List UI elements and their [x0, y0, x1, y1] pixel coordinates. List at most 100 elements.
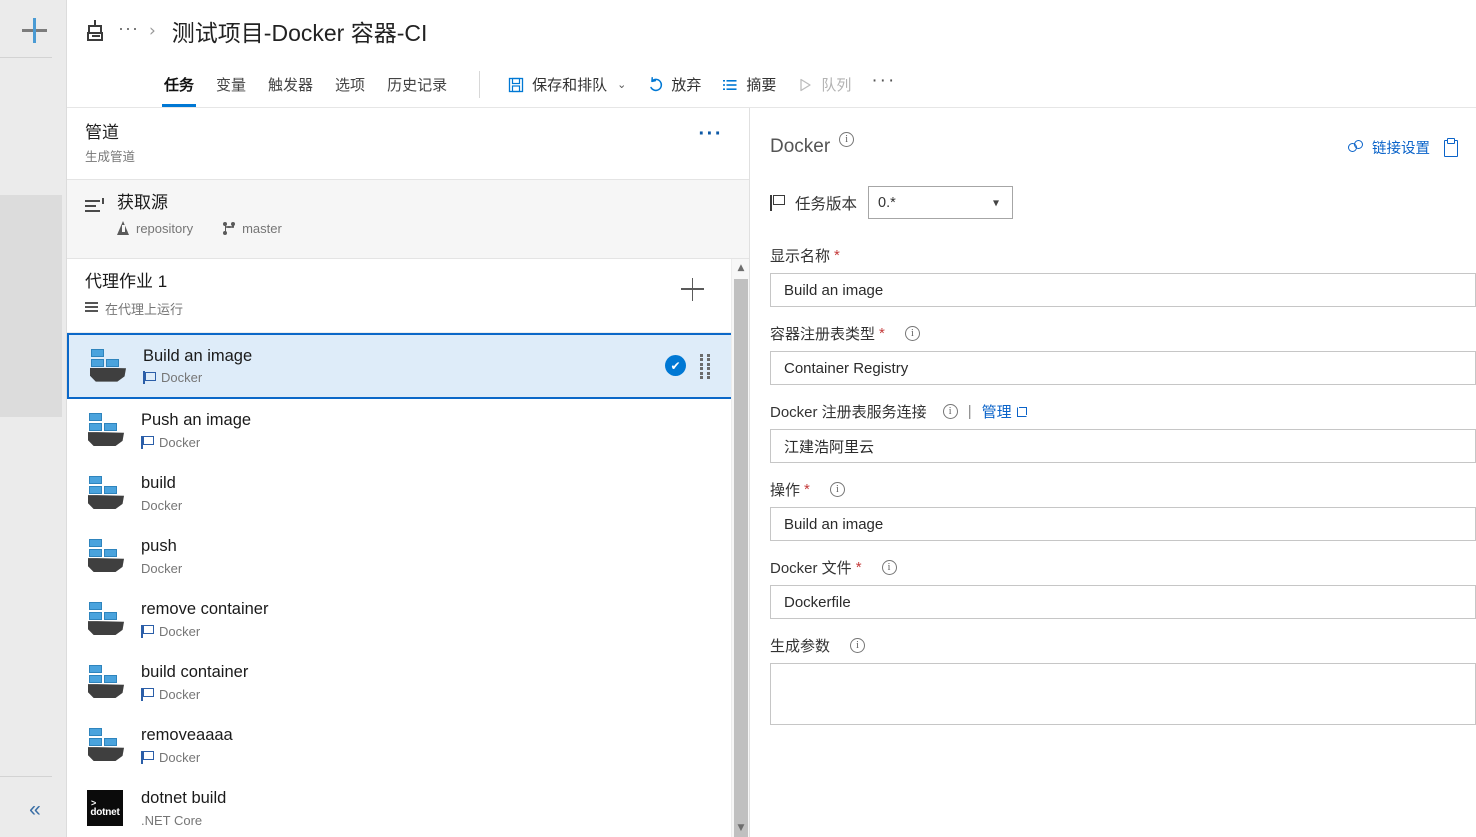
- pipeline-header[interactable]: 管道 生成管道 ···: [67, 108, 749, 180]
- summary-button[interactable]: 摘要: [711, 62, 786, 107]
- scroll-down-arrow-icon[interactable]: ▼: [732, 819, 749, 837]
- docker-icon: [85, 537, 125, 575]
- task-list-scrollbar[interactable]: ▲ ▼: [731, 259, 749, 837]
- pipeline-title: 管道: [85, 123, 119, 142]
- play-icon: [796, 76, 814, 94]
- field-registry-type: 容器注册表类型 * i Container Registry: [770, 323, 1476, 385]
- registry-type-input[interactable]: Container Registry: [770, 351, 1476, 385]
- task-row-build-container[interactable]: build container Docker: [67, 650, 731, 714]
- required-marker: *: [834, 247, 840, 264]
- command-input[interactable]: Build an image: [770, 507, 1476, 541]
- tab-options[interactable]: 选项: [324, 62, 376, 107]
- label-text: 显示名称: [770, 248, 831, 265]
- task-row-build[interactable]: build Docker: [67, 461, 731, 525]
- dockerfile-input[interactable]: Dockerfile: [770, 585, 1476, 619]
- content-area: 管道 生成管道 ··· 获取源 repository master 代理作业 1…: [67, 107, 1476, 837]
- scrollbar-thumb[interactable]: [734, 279, 748, 837]
- service-connection-input[interactable]: 江建浩阿里云: [770, 429, 1476, 463]
- task-row-remove-container[interactable]: remove container Docker: [67, 587, 731, 651]
- drag-handle[interactable]: [700, 353, 711, 380]
- chevron-down-icon[interactable]: ⌄: [617, 78, 626, 91]
- docker-icon: [85, 663, 125, 701]
- task-subtitle: .NET Core: [141, 812, 203, 828]
- queue-label: 队列: [821, 77, 852, 94]
- required-marker: *: [855, 559, 862, 576]
- task-name: Push an image: [141, 411, 252, 430]
- version-flag-icon: [141, 750, 154, 764]
- clipboard-icon[interactable]: [1442, 138, 1458, 157]
- task-row-push[interactable]: push Docker: [67, 524, 731, 588]
- label-text: 操作: [770, 482, 801, 499]
- plus-icon[interactable]: [18, 14, 50, 46]
- version-flag-icon: [141, 687, 154, 701]
- manage-label: 管理: [981, 404, 1012, 421]
- label-text: Docker 文件: [770, 560, 852, 577]
- chevron-down-icon: ▾: [992, 194, 1000, 209]
- agent-job-header[interactable]: 代理作业 1 在代理上运行: [67, 259, 731, 333]
- save-and-queue-button[interactable]: 保存和排队 ⌄: [497, 62, 636, 107]
- task-version-value: 0.*: [878, 194, 896, 211]
- service-connection-label: Docker 注册表服务连接 i | 管理: [770, 401, 1476, 422]
- task-name: removeaaaa: [141, 726, 233, 745]
- task-row-removeaaaa[interactable]: removeaaaa Docker: [67, 713, 731, 777]
- required-marker: *: [804, 481, 810, 498]
- pipeline-icon: [84, 20, 106, 42]
- tab-history[interactable]: 历史记录: [376, 62, 458, 107]
- double-chevron-left-icon[interactable]: «: [20, 795, 50, 823]
- required-marker: *: [879, 325, 885, 342]
- tab-variables[interactable]: 变量: [205, 62, 257, 107]
- repository-icon: [117, 221, 130, 236]
- link-settings-label: 链接设置: [1372, 140, 1430, 157]
- tab-tasks[interactable]: 任务: [153, 62, 205, 107]
- info-icon[interactable]: i: [881, 560, 897, 575]
- link-icon: [1348, 140, 1365, 154]
- info-icon[interactable]: i: [829, 482, 845, 497]
- discard-label: 放弃: [671, 77, 702, 94]
- scroll-up-arrow-icon[interactable]: ▲: [732, 259, 749, 277]
- link-settings-button[interactable]: 链接设置: [1348, 137, 1430, 158]
- status-badge: ✔: [665, 355, 686, 377]
- pipeline-subtitle: 生成管道: [85, 150, 136, 165]
- version-flag-icon: [143, 371, 156, 385]
- agent-icon: [85, 302, 98, 314]
- task-detail-pane: Docker i 链接设置 任务版本 0.* ▾ 显示名称 * Build an…: [750, 108, 1476, 837]
- detail-title: Docker: [770, 136, 831, 157]
- task-version-select[interactable]: 0.* ▾: [868, 186, 1014, 219]
- add-task-button[interactable]: [681, 277, 705, 301]
- build-arguments-label: 生成参数 i: [770, 635, 1476, 656]
- queue-button[interactable]: 队列: [786, 62, 861, 107]
- field-dockerfile: Docker 文件 * i Dockerfile: [770, 557, 1476, 619]
- task-row-push-an-image[interactable]: Push an image Docker: [67, 398, 731, 462]
- pipeline-more-button[interactable]: ···: [699, 124, 723, 144]
- task-subtitle: Docker: [159, 686, 201, 702]
- rail-scroll-band: [0, 195, 62, 417]
- rail-divider-bottom: [0, 776, 52, 777]
- info-icon[interactable]: i: [850, 638, 866, 653]
- tab-triggers[interactable]: 触发器: [257, 62, 324, 107]
- task-subtitle: Docker: [159, 434, 201, 450]
- toolbar-more-button[interactable]: ···: [861, 62, 906, 107]
- info-icon[interactable]: i: [904, 326, 920, 341]
- chevron-right-icon: ›: [148, 21, 156, 41]
- label-text: Docker 注册表服务连接: [770, 404, 927, 421]
- label-text: 生成参数: [770, 638, 831, 655]
- build-arguments-textarea[interactable]: [770, 663, 1476, 725]
- branch-icon: [223, 221, 236, 236]
- field-command: 操作 * i Build an image: [770, 479, 1476, 541]
- left-rail: «: [0, 0, 67, 837]
- task-row-dotnet-build[interactable]: > dotnet dotnet build .NET Core: [67, 776, 731, 837]
- dotnet-icon: > dotnet: [85, 789, 125, 827]
- breadcrumb-overflow-button[interactable]: ···: [118, 19, 139, 43]
- get-sources-row[interactable]: 获取源 repository master: [67, 179, 749, 260]
- discard-button[interactable]: 放弃: [636, 62, 711, 107]
- task-name: dotnet build: [141, 789, 227, 808]
- manage-link[interactable]: 管理: [982, 401, 1027, 422]
- info-icon[interactable]: i: [942, 404, 958, 419]
- display-name-input[interactable]: Build an image: [770, 273, 1476, 307]
- summary-label: 摘要: [746, 77, 777, 94]
- task-row-build-an-image[interactable]: Build an image Docker ✔: [67, 332, 731, 399]
- rail-divider: [0, 57, 52, 58]
- info-icon[interactable]: i: [839, 132, 855, 147]
- task-subtitle: Docker: [141, 560, 183, 576]
- undo-icon: [646, 76, 664, 94]
